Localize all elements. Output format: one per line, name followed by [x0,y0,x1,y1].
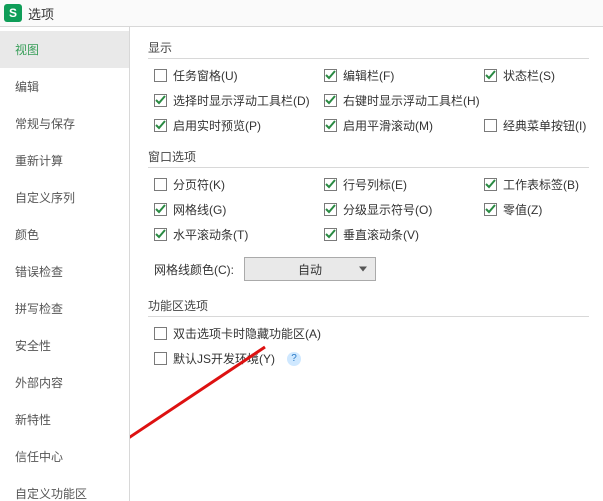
sidebar-item-12[interactable]: 自定义功能区 [0,475,129,501]
empty-cell [484,92,603,109]
checkbox-label: 双击选项卡时隐藏功能区(A) [173,325,321,342]
checkbox-label: 选择时显示浮动工具栏(D) [173,92,310,109]
window-option-5[interactable]: 零值(Z) [484,201,603,218]
sidebar-item-7[interactable]: 拼写检查 [0,290,129,327]
divider [148,167,589,168]
window-option-3[interactable]: 网格线(G) [154,201,324,218]
checkbox-label: 右键时显示浮动工具栏(H) [343,92,480,109]
checkbox-label: 编辑栏(F) [343,67,394,84]
display-option-0[interactable]: 任务窗格(U) [154,67,324,84]
gridline-color-label: 网格线颜色(C): [154,261,234,278]
sidebar-nav: 视图编辑常规与保存重新计算自定义序列颜色错误检查拼写检查安全性外部内容新特性信任… [0,27,130,501]
checkbox-box [484,178,497,191]
group-title-ribbon: 功能区选项 [148,297,589,314]
divider [148,316,589,317]
checkbox-label: 任务窗格(U) [173,67,238,84]
sidebar-item-10[interactable]: 新特性 [0,401,129,438]
checkbox-label: 水平滚动条(T) [173,226,248,243]
checkbox-box [484,69,497,82]
checkbox-box [154,119,167,132]
sidebar-item-5[interactable]: 颜色 [0,216,129,253]
sidebar-item-0[interactable]: 视图 [0,31,129,68]
checkbox-label: 分级显示符号(O) [343,201,432,218]
display-option-3[interactable]: 选择时显示浮动工具栏(D) [154,92,324,109]
checkbox-label: 工作表标签(B) [503,176,579,193]
group-title-window: 窗口选项 [148,148,589,165]
ribbon-option-0[interactable]: 双击选项卡时隐藏功能区(A) [154,325,589,342]
group-title-display: 显示 [148,39,589,56]
checkbox-box [154,228,167,241]
checkbox-box [324,119,337,132]
display-option-2[interactable]: 状态栏(S) [484,67,603,84]
checkbox-box [154,69,167,82]
sidebar-item-11[interactable]: 信任中心 [0,438,129,475]
sidebar-item-1[interactable]: 编辑 [0,68,129,105]
ribbon-option-1[interactable]: 默认JS开发环境(Y)? [154,350,589,367]
sidebar-item-3[interactable]: 重新计算 [0,142,129,179]
checkbox-label: 默认JS开发环境(Y) [173,350,275,367]
window-title: 选项 [28,4,54,23]
checkbox-label: 行号列标(E) [343,176,407,193]
gridline-color-row: 网格线颜色(C): 自动 [148,257,589,281]
checkbox-label: 垂直滚动条(V) [343,226,419,243]
app-icon: S [4,4,22,22]
checkbox-box [484,119,497,132]
window-option-0[interactable]: 分页符(K) [154,176,324,193]
sidebar-item-9[interactable]: 外部内容 [0,364,129,401]
sidebar-item-2[interactable]: 常规与保存 [0,105,129,142]
checkbox-box [324,178,337,191]
display-option-4[interactable]: 右键时显示浮动工具栏(H) [324,92,484,109]
content-panel: 显示 任务窗格(U) 编辑栏(F) 状态栏(S) 选择时显示浮动工具栏(D) 右键时显示… [130,27,603,501]
window-option-2[interactable]: 工作表标签(B) [484,176,603,193]
display-option-7[interactable]: 启用平滑滚动(M) [324,117,484,134]
checkbox-label: 启用实时预览(P) [173,117,261,134]
divider [148,58,589,59]
display-option-6[interactable]: 启用实时预览(P) [154,117,324,134]
checkbox-label: 经典菜单按钮(I) [503,117,586,134]
checkbox-label: 分页符(K) [173,176,225,193]
checkbox-label: 网格线(G) [173,201,226,218]
checkbox-box [154,94,167,107]
checkbox-box [484,203,497,216]
gridline-color-select[interactable]: 自动 [244,257,376,281]
checkbox-label: 启用平滑滚动(M) [343,117,433,134]
display-option-8[interactable]: 经典菜单按钮(I) [484,117,603,134]
window-option-6[interactable]: 水平滚动条(T) [154,226,324,243]
checkbox-box [324,228,337,241]
checkbox-label: 状态栏(S) [503,67,555,84]
checkbox-box [324,69,337,82]
checkbox-box [324,203,337,216]
gridline-color-value: 自动 [298,261,322,278]
checkbox-box [154,203,167,216]
checkbox-box [154,178,167,191]
display-options-grid: 任务窗格(U) 编辑栏(F) 状态栏(S) 选择时显示浮动工具栏(D) 右键时显示浮动工… [148,67,589,134]
help-icon[interactable]: ? [287,352,301,366]
checkbox-box [154,352,167,365]
window-option-4[interactable]: 分级显示符号(O) [324,201,484,218]
checkbox-box [154,327,167,340]
checkbox-box [324,94,337,107]
sidebar-item-6[interactable]: 错误检查 [0,253,129,290]
chevron-down-icon [359,267,367,272]
title-bar: S 选项 [0,0,603,27]
display-option-1[interactable]: 编辑栏(F) [324,67,484,84]
empty-cell [484,226,603,243]
sidebar-item-8[interactable]: 安全性 [0,327,129,364]
window-option-7[interactable]: 垂直滚动条(V) [324,226,484,243]
window-options-grid: 分页符(K) 行号列标(E) 工作表标签(B) 网格线(G) 分级显示符号(O) 零值(Z… [148,176,589,243]
window-option-1[interactable]: 行号列标(E) [324,176,484,193]
ribbon-options-list: 双击选项卡时隐藏功能区(A) 默认JS开发环境(Y)? [148,325,589,367]
sidebar-item-4[interactable]: 自定义序列 [0,179,129,216]
checkbox-label: 零值(Z) [503,201,542,218]
